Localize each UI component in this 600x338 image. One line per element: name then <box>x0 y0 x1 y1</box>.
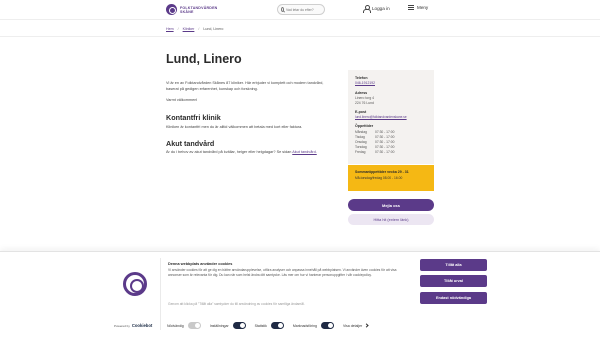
acute-text-body: Är du i behov av akut tandvård på kvälla… <box>166 150 292 154</box>
user-icon <box>363 5 371 13</box>
opening-hours: Måndag 07:30 - 17:00 Tisdag 07:30 - 17:00 … <box>355 130 405 155</box>
toggle-label: Nödvändig <box>167 323 184 328</box>
statistics-switch[interactable] <box>270 322 284 329</box>
toggle-label: Inställningar <box>209 323 229 328</box>
logo-text: FOLKTANDVÅRDEN SKÅNE <box>180 5 218 14</box>
breadcrumb: Hem / Kliniker / Lund, Linero <box>166 27 223 31</box>
necessary-switch <box>187 322 201 329</box>
divider <box>0 36 600 37</box>
find-us-button[interactable]: Hitta hit (extern länk) <box>348 214 434 225</box>
hours-day: Fredag <box>355 150 366 154</box>
cookiebot-badge[interactable]: Powered by Cookiebot <box>114 323 152 328</box>
breadcrumb-current: Lund, Linero <box>203 27 224 31</box>
cookie-title: Denna webbplats använder cookies <box>168 262 233 266</box>
summer-hours-notice: Sommaröppettider vecka 29 - 31 Må-torsda… <box>348 165 434 191</box>
menu-button[interactable]: Meny <box>408 5 428 10</box>
toggle-preferences: Inställningar <box>210 322 246 329</box>
phone-label: Telefon <box>355 76 368 80</box>
cookie-description-more: Genom att klicka på "Tillåt alla" samtyc… <box>168 302 305 306</box>
search-box[interactable] <box>277 4 325 15</box>
allow-selection-button[interactable]: Tillåt urval <box>420 275 487 287</box>
cookiebot-brand: Cookiebot <box>131 323 153 328</box>
preferences-switch[interactable] <box>232 322 246 329</box>
cookie-brand-logo <box>123 272 147 296</box>
toggle-marketing: Marknadsföring <box>293 322 334 329</box>
notice-title: Sommaröppettider vecka 29 - 31 <box>355 170 409 174</box>
hours-label: Öppettider <box>355 124 374 128</box>
search-input[interactable] <box>286 7 324 12</box>
phone-link[interactable]: 046-1912192 <box>355 81 375 85</box>
login-button[interactable]: Logga in <box>363 5 390 13</box>
breadcrumb-separator: / <box>198 27 200 31</box>
email-link[interactable]: lund.linero@folktandvardenskane.se <box>355 115 407 119</box>
toggle-label: Statistik <box>254 323 267 328</box>
hours-time: 07:30 - 17:00 <box>375 150 395 154</box>
powered-by-label: Powered by <box>114 323 130 328</box>
hours-row: Fredag 07:30 - 17:00 <box>355 150 405 155</box>
page-title: Lund, Linero <box>166 52 242 66</box>
chevron-right-icon <box>364 323 369 328</box>
allow-all-button[interactable]: Tillåt alla <box>420 259 487 271</box>
contactless-heading: Kontantfri klinik <box>166 113 221 122</box>
hamburger-icon <box>408 5 414 10</box>
intro-text: Vi är en av Folktandvården Skånes 87 kli… <box>166 81 324 91</box>
acute-text: Är du i behov av akut tandvård på kvälla… <box>166 150 326 156</box>
welcome-text: Varmt välkommen! <box>166 98 198 102</box>
acute-care-link[interactable]: Akut tandvård. <box>292 150 316 154</box>
acute-heading: Akut tandvård <box>166 139 215 148</box>
breadcrumb-clinics[interactable]: Kliniker <box>183 27 195 31</box>
toggle-label: Marknadsföring <box>292 323 317 328</box>
breadcrumb-home[interactable]: Hem <box>166 27 174 31</box>
necessary-only-button[interactable]: Endast nödvändiga <box>420 292 487 304</box>
address-line-1: Linero torg 4 <box>355 96 375 100</box>
cookie-toggles: Nödvändig Inställningar Statistik Markna… <box>167 322 369 329</box>
details-label: Visa detaljer <box>343 323 363 328</box>
email-label: E-post <box>355 110 367 114</box>
site-logo[interactable]: FOLKTANDVÅRDEN SKÅNE <box>166 4 217 15</box>
marketing-switch[interactable] <box>321 322 334 329</box>
toggle-statistics: Statistik <box>255 322 284 329</box>
email-us-button[interactable]: Mejla oss <box>348 199 434 211</box>
show-details-link[interactable]: Visa detaljer <box>343 323 369 328</box>
cookie-divider <box>160 258 161 330</box>
logo-icon <box>166 4 177 15</box>
search-icon <box>281 7 284 12</box>
address-label: Adress <box>355 91 368 95</box>
breadcrumb-separator: / <box>177 27 179 31</box>
menu-label: Meny <box>417 5 429 10</box>
login-label: Logga in <box>372 6 390 11</box>
cookie-description: Vi använder cookies för att ge dig en bä… <box>168 268 397 277</box>
notice-text: Må-torsdag/fredag 08.00 - 16.00 <box>355 176 403 180</box>
contactless-text: Kliniken är kontantfri men du är alltid … <box>166 125 303 129</box>
toggle-necessary: Nödvändig <box>167 322 201 329</box>
site-header: FOLKTANDVÅRDEN SKÅNE Logga in Meny <box>0 0 600 20</box>
address-line-2: 224 76 Lund <box>355 100 374 105</box>
